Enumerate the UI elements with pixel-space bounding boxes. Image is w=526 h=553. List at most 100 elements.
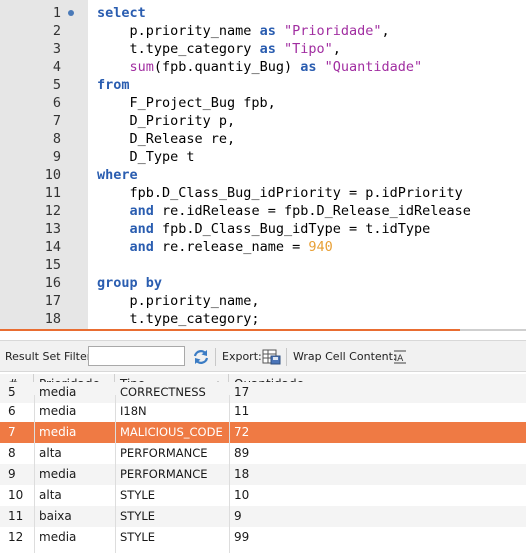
cell-tipo[interactable]: I18N	[115, 401, 229, 422]
cell-quantidade[interactable]: 99	[229, 527, 526, 548]
code-line[interactable]: 11 fpb.D_Class_Bug_idPriority = p.idPrio…	[0, 184, 526, 202]
table-row[interactable]: 10 alta STYLE 10	[0, 485, 526, 506]
code-line[interactable]: 15	[0, 256, 526, 274]
toolbar-divider	[215, 348, 216, 366]
cell-prioridade[interactable]: media	[34, 401, 115, 422]
code-line[interactable]: 12 and re.idRelease = fpb.D_Release_idRe…	[0, 202, 526, 220]
row-index[interactable]: 12	[0, 527, 33, 548]
code-text[interactable]: F_Project_Bug fpb,	[97, 94, 276, 112]
code-line[interactable]: 6 F_Project_Bug fpb,	[0, 94, 526, 112]
code-text[interactable]: sum(fpb.quantiy_Bug) as "Quantidade"	[97, 58, 423, 76]
cell-prioridade[interactable]: media	[34, 464, 115, 485]
sql-editor[interactable]: 1 select 2 p.priority_name as "Prioridade"…	[0, 0, 526, 329]
export-grid-icon[interactable]	[262, 348, 282, 366]
table-row[interactable]: 9 media PERFORMANCE 18	[0, 464, 526, 485]
cell-prioridade[interactable]: media	[34, 382, 115, 403]
code-text[interactable]: D_Release re,	[97, 130, 236, 148]
line-number: 18	[44, 311, 61, 327]
export-label: Export:	[222, 350, 262, 363]
cell-prioridade[interactable]: media	[34, 527, 115, 548]
code-text[interactable]: D_Priority p,	[97, 112, 236, 130]
cell-prioridade[interactable]: baixa	[34, 506, 115, 527]
cell-tipo[interactable]: STYLE	[115, 485, 229, 506]
code-text[interactable]: fpb.D_Class_Bug_idPriority = p.idPriorit…	[97, 184, 463, 202]
cell-tipo[interactable]: STYLE	[115, 527, 229, 548]
code-text[interactable]: p.priority_name as "Prioridade",	[97, 22, 390, 40]
line-number: 14	[44, 239, 61, 255]
cell-tipo[interactable]: STYLE	[115, 506, 229, 527]
code-text[interactable]: D_Type t	[97, 148, 195, 166]
cell-quantidade[interactable]: 10	[229, 485, 526, 506]
code-line[interactable]: 8 D_Release re,	[0, 130, 526, 148]
row-index[interactable]: 6	[0, 401, 33, 422]
table-row[interactable]: 8 alta PERFORMANCE 89	[0, 443, 526, 464]
cell-tipo[interactable]: CORRECTNESS	[115, 382, 229, 403]
code-line[interactable]: 2 p.priority_name as "Prioridade",	[0, 22, 526, 40]
line-number: 13	[44, 221, 61, 237]
code-text[interactable]: select	[97, 4, 146, 22]
row-index[interactable]: 8	[0, 443, 33, 464]
cell-tipo[interactable]: PERFORMANCE	[115, 443, 229, 464]
table-row-selected[interactable]: 7 media MALICIOUS_CODE 72	[0, 422, 526, 443]
code-line[interactable]: 9 D_Type t	[0, 148, 526, 166]
row-index[interactable]: 10	[0, 485, 33, 506]
cell-prioridade[interactable]: alta	[34, 485, 115, 506]
code-text[interactable]: p.priority_name,	[97, 292, 260, 310]
result-grid[interactable]: # Prioridade Tipo Quantidade 5mediaCORRE…	[0, 374, 526, 553]
line-number: 8	[52, 131, 61, 147]
line-number: 17	[44, 293, 61, 309]
table-row[interactable]: 6 media I18N 11	[0, 401, 526, 422]
code-line[interactable]: 3 t.type_category as "Tipo",	[0, 40, 526, 58]
cell-quantidade[interactable]: 18	[229, 464, 526, 485]
cell-quantidade[interactable]: 89	[229, 443, 526, 464]
row-index[interactable]: 7	[0, 422, 33, 443]
line-number: 12	[44, 203, 61, 219]
code-text[interactable]: and fpb.D_Class_Bug_idType = t.idType	[97, 220, 431, 238]
result-set-filter-input[interactable]	[88, 346, 185, 366]
cell-tipo[interactable]: PERFORMANCE	[115, 464, 229, 485]
line-number: 9	[52, 149, 61, 165]
code-text[interactable]: where	[97, 166, 138, 184]
table-row[interactable]: 5 media CORRECTNESS 17	[0, 382, 526, 403]
line-number: 3	[52, 41, 61, 57]
row-index[interactable]: 9	[0, 464, 33, 485]
code-line[interactable]: 18 t.type_category;	[0, 310, 526, 328]
code-text[interactable]: and re.release_name = 940	[97, 238, 333, 256]
cell-quantidade[interactable]: 11	[229, 401, 526, 422]
code-line[interactable]: 16 group by	[0, 274, 526, 292]
code-text[interactable]: group by	[97, 274, 162, 292]
result-toolbar: Result Set Filter: Export: Wrap Cell Con…	[0, 340, 526, 372]
cell-quantidade[interactable]: 17	[229, 382, 526, 403]
cell-quantidade[interactable]: 72	[229, 422, 526, 443]
code-line[interactable]: 14 and re.release_name = 940	[0, 238, 526, 256]
code-line[interactable]: 1 select	[0, 4, 526, 22]
cell-prioridade[interactable]: media	[34, 422, 115, 443]
column-divider	[229, 395, 230, 553]
code-text[interactable]: t.type_category as "Tipo",	[97, 40, 341, 58]
code-line[interactable]: 17 p.priority_name,	[0, 292, 526, 310]
editor-splitter-end	[460, 329, 526, 331]
code-line[interactable]: 13 and fpb.D_Class_Bug_idType = t.idType	[0, 220, 526, 238]
line-number: 5	[52, 77, 61, 93]
column-divider	[115, 395, 116, 553]
code-text[interactable]: and re.idRelease = fpb.D_Release_idRelea…	[97, 202, 471, 220]
cell-prioridade[interactable]: alta	[34, 443, 115, 464]
code-line[interactable]: 5 from	[0, 76, 526, 94]
editor-splitter[interactable]	[0, 329, 460, 331]
row-index[interactable]: 11	[0, 506, 33, 527]
line-number: 2	[52, 23, 61, 39]
table-row[interactable]: 11 baixa STYLE 9	[0, 506, 526, 527]
wrap-cell-content-icon[interactable]: IA	[393, 348, 407, 366]
line-number: 7	[52, 113, 61, 129]
code-line[interactable]: 4 sum(fpb.quantiy_Bug) as "Quantidade"	[0, 58, 526, 76]
code-line[interactable]: 10 where	[0, 166, 526, 184]
row-index[interactable]: 5	[0, 382, 33, 403]
code-line[interactable]: 7 D_Priority p,	[0, 112, 526, 130]
cell-quantidade[interactable]: 9	[229, 506, 526, 527]
refresh-filter-icon[interactable]	[192, 348, 210, 366]
table-row[interactable]: 12 media STYLE 99	[0, 527, 526, 548]
code-text[interactable]: t.type_category;	[97, 310, 260, 328]
line-number: 16	[44, 275, 61, 291]
code-text[interactable]: from	[97, 76, 130, 94]
cell-tipo[interactable]: MALICIOUS_CODE	[115, 422, 229, 443]
